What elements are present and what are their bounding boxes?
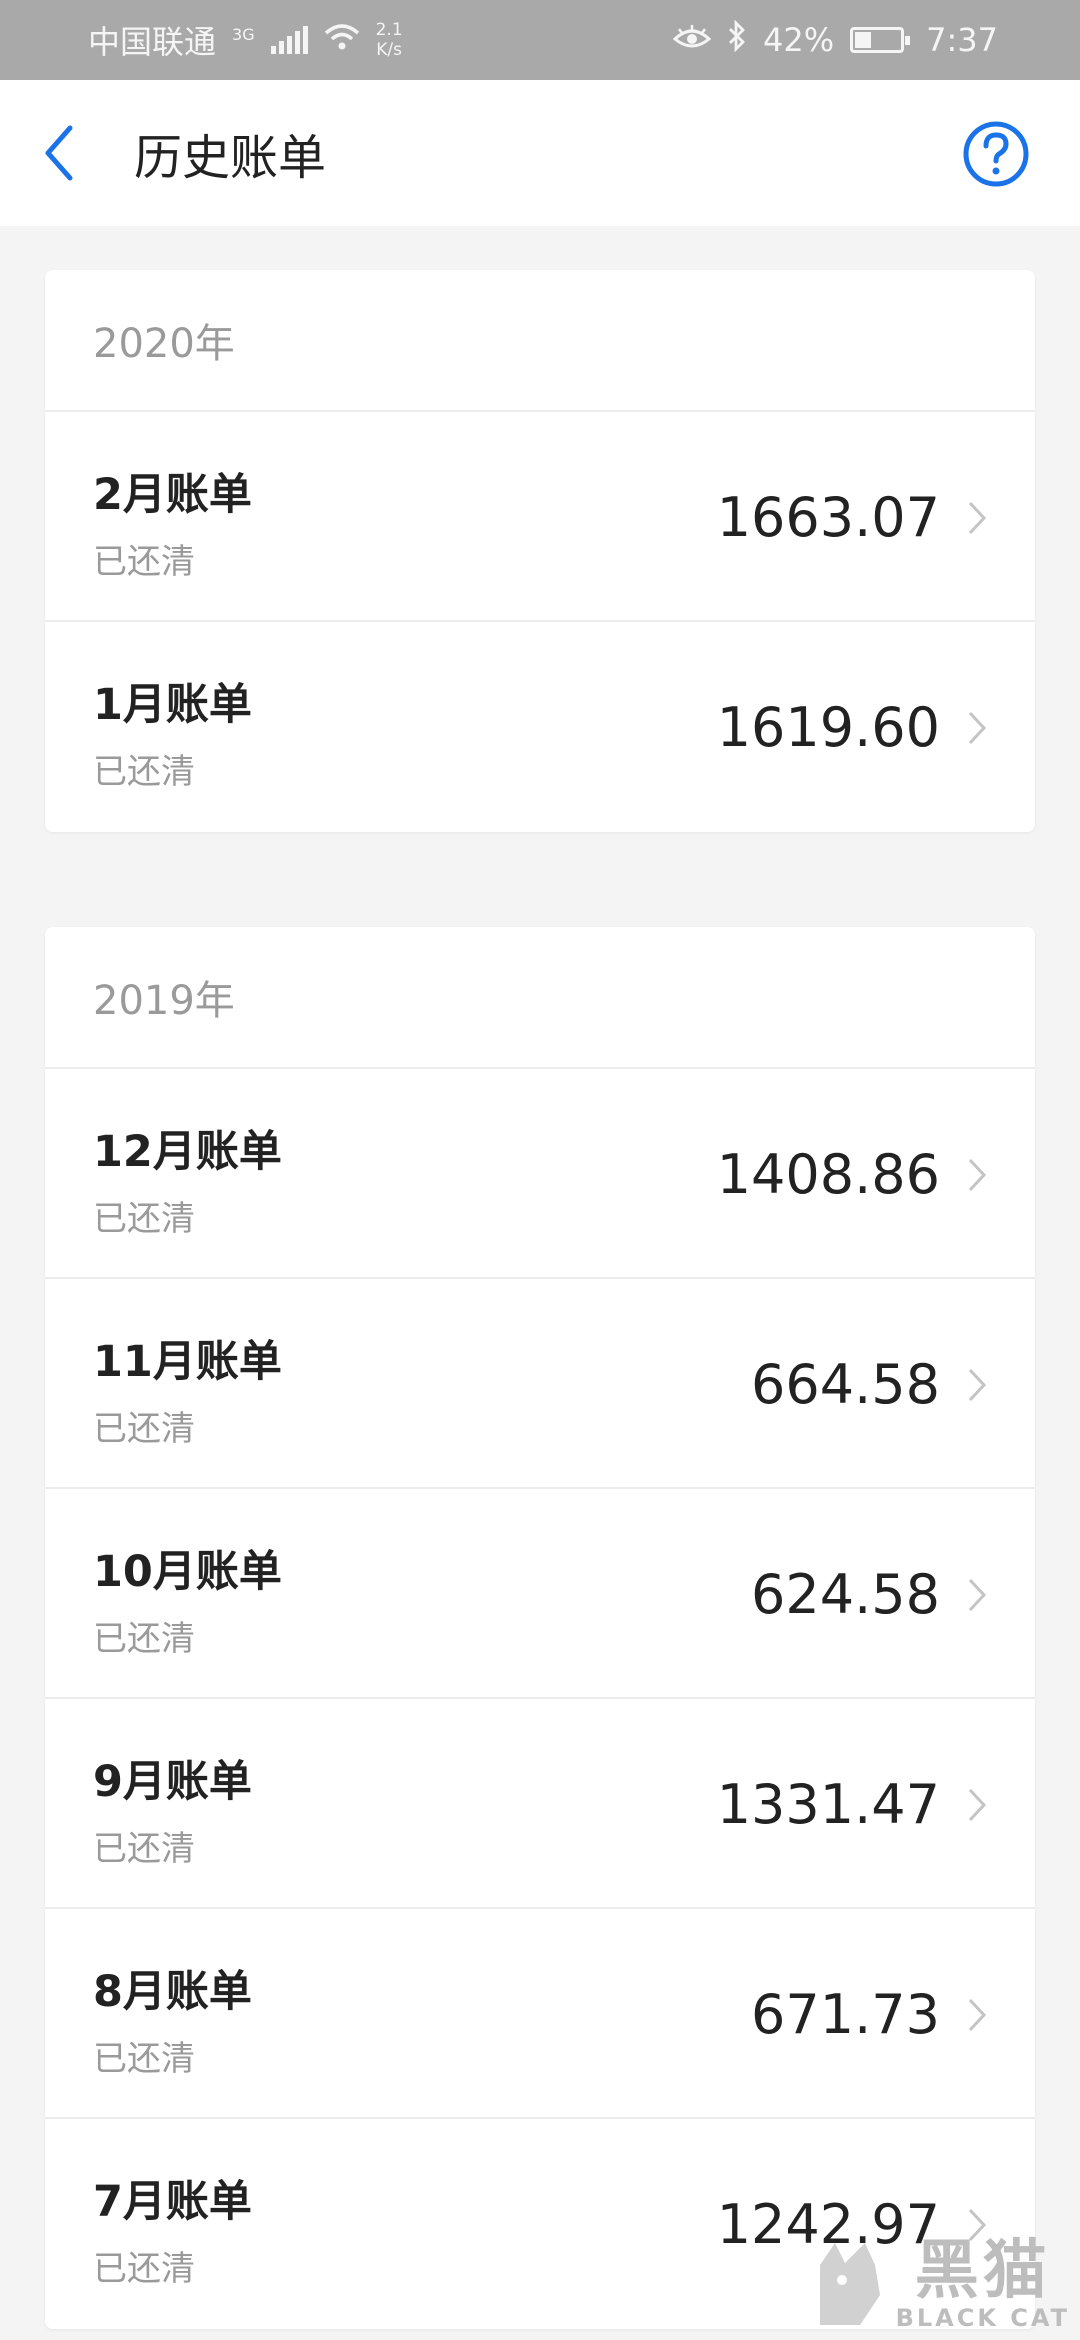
bill-name: 10月账单: [93, 1547, 282, 1597]
page-title: 历史账单: [134, 130, 327, 186]
bill-status: 已还清: [93, 2039, 195, 2079]
clock-time: 7:37: [926, 21, 998, 59]
bill-amount: 1408.86: [716, 1142, 940, 1206]
chevron-right-icon: [968, 1368, 987, 1402]
battery-level-fill: [855, 32, 872, 48]
bill-section-2019: 2019年 12月账单 已还清 1408.86 11月账单 已还清 664.58…: [45, 927, 1035, 2329]
back-button[interactable]: [0, 80, 134, 226]
bill-amount: 664.58: [751, 1352, 940, 1416]
bill-row[interactable]: 10月账单 已还清 624.58: [45, 1489, 1035, 1699]
chevron-right-icon: [968, 711, 987, 745]
bill-status: 已还清: [93, 752, 195, 792]
carrier-name: 中国联通: [88, 23, 217, 61]
bill-row[interactable]: 1月账单 已还清 1619.60: [45, 622, 1035, 832]
bill-amount: 1663.07: [716, 485, 940, 549]
help-question-icon: [963, 121, 1029, 187]
section-year-label: 2019年: [45, 927, 1035, 1069]
bill-row[interactable]: 9月账单 已还清 1331.47: [45, 1699, 1035, 1909]
bill-row[interactable]: 8月账单 已还清 671.73: [45, 1909, 1035, 2119]
watermark-text-en: BLACK CAT: [895, 2304, 1070, 2332]
status-bar: 中国联通 3G 2.1 K/s 42% 7:37: [0, 0, 1080, 80]
bill-status: 已还清: [93, 1829, 195, 1869]
chevron-right-icon: [968, 1788, 987, 1822]
bill-status: 已还清: [93, 1199, 195, 1239]
bill-name: 8月账单: [93, 1967, 252, 2017]
section-year-label: 2020年: [45, 270, 1035, 412]
bill-amount: 624.58: [751, 1562, 940, 1626]
bill-name: 2月账单: [93, 470, 252, 520]
bill-name: 9月账单: [93, 1757, 252, 1807]
cat-logo-icon: [819, 2243, 880, 2325]
signal-icon: [270, 26, 308, 54]
bill-row[interactable]: 12月账单 已还清 1408.86: [45, 1069, 1035, 1279]
bill-status: 已还清: [93, 1619, 195, 1659]
chevron-right-icon: [968, 501, 987, 535]
chevron-left-icon: [45, 125, 73, 181]
wifi-icon: [324, 21, 360, 59]
help-button[interactable]: [962, 120, 1030, 188]
bill-row[interactable]: 2月账单 已还清 1663.07: [45, 412, 1035, 622]
chevron-right-icon: [968, 1158, 987, 1192]
network-speed-value: 2.1: [375, 20, 403, 40]
bill-amount: 1331.47: [716, 1772, 940, 1836]
battery-icon: [850, 27, 911, 53]
bill-amount: 1619.60: [716, 695, 940, 759]
chevron-right-icon: [968, 1578, 987, 1612]
bill-status: 已还清: [93, 542, 195, 582]
network-type: 3G: [232, 25, 255, 44]
bill-status: 已还清: [93, 1409, 195, 1449]
battery-percent: 42%: [763, 21, 835, 59]
network-speed-unit: K/s: [376, 40, 402, 60]
bill-row[interactable]: 11月账单 已还清 664.58: [45, 1279, 1035, 1489]
bill-section-2020: 2020年 2月账单 已还清 1663.07 1月账单 已还清 1619.60: [45, 270, 1035, 832]
bill-name: 12月账单: [93, 1127, 282, 1177]
bill-name: 7月账单: [93, 2177, 252, 2227]
chevron-right-icon: [968, 1998, 987, 2032]
bill-name: 11月账单: [93, 1337, 282, 1387]
app-header: 历史账单: [0, 80, 1080, 226]
bill-amount: 671.73: [751, 1982, 940, 2046]
watermark-text-cn: 黑猫: [914, 2234, 1051, 2308]
bill-name: 1月账单: [93, 680, 252, 730]
network-speed: 2.1 K/s: [376, 20, 403, 60]
watermark-logo: 黑猫 BLACK CAT: [790, 2230, 1080, 2340]
bluetooth-icon: [727, 19, 747, 60]
eye-comfort-icon: [672, 21, 712, 59]
bill-status: 已还清: [93, 2249, 195, 2289]
